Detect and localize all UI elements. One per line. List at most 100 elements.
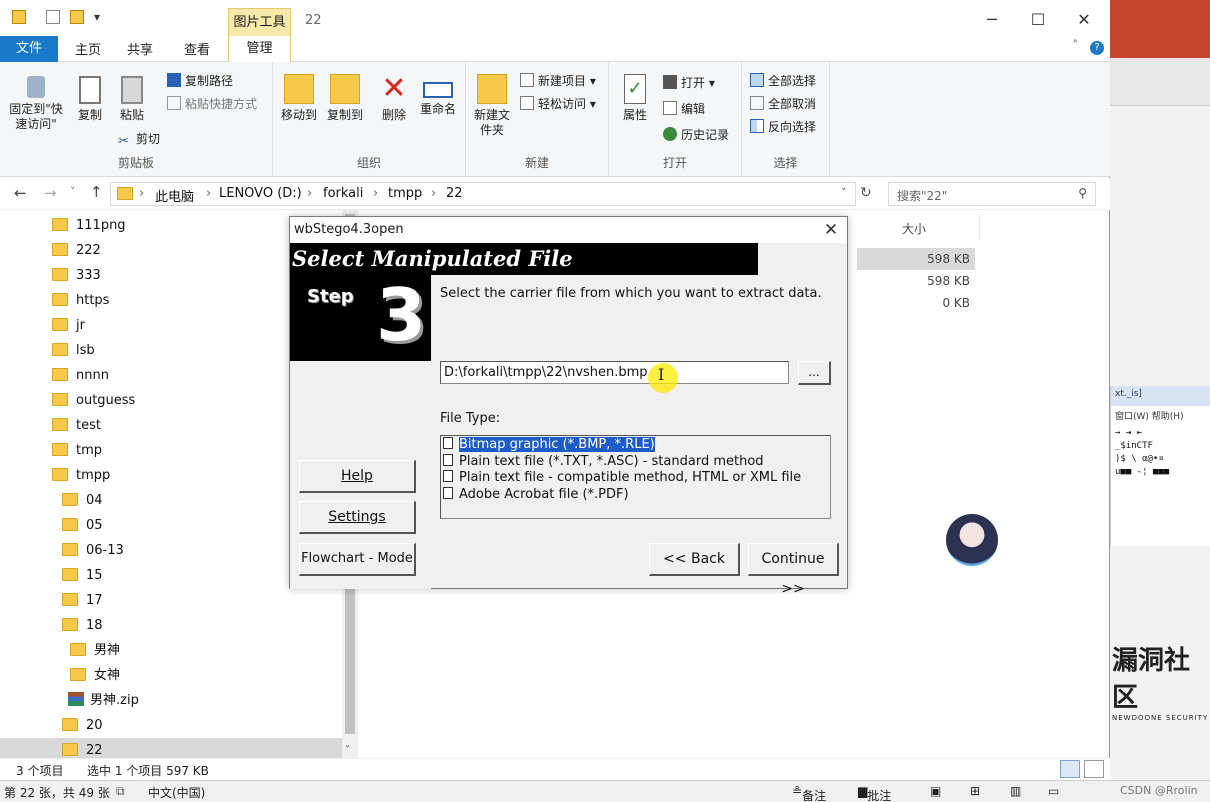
- continue-button[interactable]: Continue >>: [748, 543, 839, 597]
- minimize-button[interactable]: ─: [972, 8, 1012, 32]
- file-path-input[interactable]: D:\forkali\tmpp\22\nvshen.bmp: [440, 361, 789, 384]
- back-button[interactable]: << Back: [649, 543, 740, 576]
- tree-item-label: 17: [86, 593, 103, 608]
- tree-item[interactable]: 222: [52, 238, 101, 263]
- tree-item[interactable]: 06-13: [62, 538, 124, 563]
- comments-button[interactable]: ▆ 批注: [858, 784, 891, 802]
- search-icon[interactable]: ⚲: [1078, 186, 1087, 200]
- details-view-icon[interactable]: [1060, 760, 1080, 778]
- tree-item[interactable]: tmpp: [52, 463, 110, 488]
- file-type-option[interactable]: Plain text file - compatible method, HTM…: [443, 470, 801, 485]
- up-arrow-icon[interactable]: ↑: [90, 183, 103, 201]
- breadcrumb-tmpp[interactable]: tmpp: [388, 186, 422, 201]
- breadcrumb-22[interactable]: 22: [446, 186, 463, 201]
- properties-button[interactable]: ✓ 属性: [617, 74, 653, 123]
- tree-item[interactable]: 333: [52, 263, 101, 288]
- select-none-button[interactable]: 全部取消: [750, 95, 816, 112]
- customize-quick-access-icon[interactable]: ▾: [94, 10, 100, 24]
- tree-item-label: 女神: [94, 668, 121, 683]
- tab-home[interactable]: 主页: [75, 39, 101, 58]
- rename-icon: [423, 82, 453, 98]
- cut-button[interactable]: ✂ 剪切: [118, 130, 160, 149]
- reading-view-icon[interactable]: ▥: [1010, 784, 1021, 798]
- file-type-list[interactable]: Bitmap graphic (*.BMP, *.RLE) Plain text…: [440, 435, 831, 519]
- new-folder-icon[interactable]: [70, 10, 84, 24]
- flowchart-mode-button[interactable]: Flowchart - Mode: [299, 543, 416, 576]
- rename-button[interactable]: 重命名: [415, 74, 461, 117]
- search-box[interactable]: 搜索"22" ⚲: [888, 182, 1096, 206]
- tree-item[interactable]: 15: [62, 563, 103, 588]
- breadcrumb-drive[interactable]: LENOVO (D:): [219, 186, 302, 201]
- collapse-ribbon-icon[interactable]: ˄: [1072, 39, 1079, 54]
- file-type-option[interactable]: Plain text file (*.TXT, *.ASC) - standar…: [443, 454, 764, 469]
- size-column-header[interactable]: 大小: [890, 214, 980, 240]
- breadcrumb-forkali[interactable]: forkali: [323, 186, 363, 201]
- back-arrow-icon[interactable]: ←: [14, 184, 27, 202]
- history-button[interactable]: 历史记录: [663, 126, 729, 143]
- spellcheck-icon[interactable]: ⧉: [116, 784, 125, 799]
- tree-item[interactable]: jr: [52, 313, 85, 338]
- easy-access-button[interactable]: 轻松访问 ▾: [520, 95, 596, 112]
- file-type-option[interactable]: Adobe Acrobat file (*.PDF): [443, 487, 629, 502]
- select-all-button[interactable]: 全部选择: [750, 72, 816, 89]
- normal-view-icon[interactable]: ▣: [930, 784, 941, 798]
- settings-button[interactable]: Settings: [299, 501, 416, 534]
- tree-item[interactable]: 男神: [70, 638, 120, 663]
- slideshow-icon[interactable]: ▭: [1048, 784, 1059, 798]
- paste-button[interactable]: 粘贴: [114, 76, 150, 123]
- copy-to-button[interactable]: 复制到: [323, 74, 367, 123]
- forward-arrow-icon[interactable]: →: [44, 184, 57, 202]
- help-icon[interactable]: ?: [1090, 41, 1104, 55]
- properties-icon[interactable]: [46, 10, 60, 24]
- tree-item[interactable]: nnnn: [52, 363, 109, 388]
- dialog-close-icon[interactable]: ✕: [818, 219, 844, 241]
- large-icons-view-icon[interactable]: [1084, 760, 1104, 778]
- title-bar: ▾ ─ ☐ ✕: [0, 0, 1110, 36]
- tree-item[interactable]: 20: [62, 713, 103, 738]
- tab-manage[interactable]: 管理: [228, 36, 291, 63]
- open-button[interactable]: 打开 ▾: [663, 74, 715, 91]
- zip-archive-icon: [68, 692, 84, 706]
- edit-button[interactable]: 编辑: [663, 100, 705, 117]
- tree-item[interactable]: tmp: [52, 438, 102, 463]
- file-type-option[interactable]: Bitmap graphic (*.BMP, *.RLE): [443, 437, 655, 452]
- tab-file[interactable]: 文件: [0, 36, 58, 62]
- language[interactable]: 中文(中国): [148, 784, 205, 801]
- paste-shortcut-button[interactable]: 粘贴快捷方式: [167, 95, 257, 112]
- tree-item[interactable]: 05: [62, 513, 103, 538]
- maximize-button[interactable]: ☐: [1018, 8, 1058, 32]
- copy-button[interactable]: 复制: [72, 76, 108, 123]
- close-button[interactable]: ✕: [1064, 8, 1104, 32]
- pin-quick-access-button[interactable]: 固定到"快速访问": [6, 76, 66, 132]
- chevron-down-icon[interactable]: ˅: [841, 186, 847, 199]
- tree-item[interactable]: outguess: [52, 388, 135, 413]
- invert-selection-button[interactable]: 反向选择: [750, 118, 816, 135]
- folder-icon: [52, 268, 68, 281]
- tree-item[interactable]: 女神: [70, 663, 120, 688]
- tree-item[interactable]: https: [52, 288, 109, 313]
- recent-locations-icon[interactable]: ˅: [70, 185, 76, 198]
- copy-path-button[interactable]: 复制路径: [167, 72, 233, 89]
- tree-item[interactable]: 04: [62, 488, 103, 513]
- tab-view[interactable]: 查看: [184, 39, 210, 58]
- tree-item[interactable]: 17: [62, 588, 103, 613]
- new-item-button[interactable]: 新建项目 ▾: [520, 72, 596, 89]
- tree-item[interactable]: lsb: [52, 338, 95, 363]
- refresh-icon[interactable]: ↻: [860, 185, 872, 201]
- delete-button[interactable]: ✕ 删除: [374, 74, 414, 123]
- tree-item[interactable]: 111png: [52, 213, 126, 238]
- tree-item[interactable]: test: [52, 413, 101, 438]
- address-bar[interactable]: › 此电脑 › LENOVO (D:) › forkali › tmpp › 2…: [110, 182, 856, 206]
- breadcrumb-this-pc[interactable]: 此电脑: [155, 186, 194, 205]
- new-folder-button[interactable]: 新建文件夹: [470, 74, 514, 138]
- tab-share[interactable]: 共享: [127, 39, 153, 58]
- tree-item[interactable]: 男神.zip: [68, 688, 139, 713]
- notes-button[interactable]: ≗ 备注: [792, 784, 826, 802]
- scroll-down-icon[interactable]: ˅: [345, 745, 350, 756]
- tree-item[interactable]: 18: [62, 613, 103, 638]
- easy-access-icon: [520, 96, 534, 110]
- help-button[interactable]: Help: [299, 460, 416, 493]
- slide-sorter-icon[interactable]: ⊞: [970, 784, 980, 798]
- move-to-button[interactable]: 移动到: [277, 74, 321, 123]
- browse-button[interactable]: ...: [798, 361, 831, 385]
